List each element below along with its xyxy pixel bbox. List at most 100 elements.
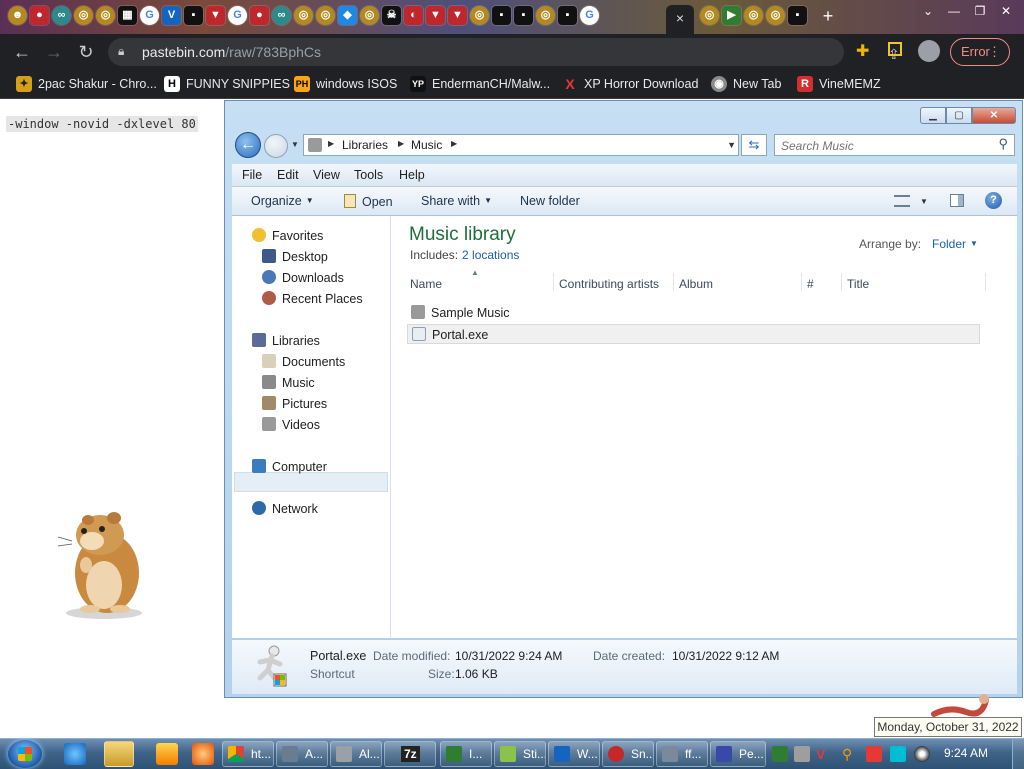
- open-button[interactable]: Open: [344, 194, 393, 209]
- forward-arrow-icon[interactable]: [264, 134, 288, 158]
- sidebar-item-libraries[interactable]: Libraries: [252, 331, 320, 351]
- breadcrumb[interactable]: ▶ Libraries ▶ Music ▶ ▼: [303, 134, 739, 156]
- column-divider[interactable]: [801, 273, 802, 291]
- tab-icon[interactable]: ◎: [360, 6, 379, 25]
- tab-icon[interactable]: ∞: [272, 6, 291, 25]
- tab-icon[interactable]: ▪: [788, 6, 807, 25]
- menu-tools[interactable]: Tools: [354, 168, 383, 182]
- reload-icon[interactable]: ↻: [74, 40, 98, 64]
- column-divider[interactable]: [841, 273, 842, 291]
- tab-icon[interactable]: ▦: [118, 6, 137, 25]
- sidebar-item-computer[interactable]: Computer: [252, 457, 327, 477]
- menu-help[interactable]: Help: [399, 168, 425, 182]
- locations-link[interactable]: 2 locations: [462, 248, 519, 262]
- column-number[interactable]: #: [807, 277, 814, 291]
- close-icon[interactable]: ✕: [994, 2, 1018, 20]
- google-tab-icon[interactable]: G: [580, 6, 599, 25]
- menu-file[interactable]: File: [242, 168, 262, 182]
- tab-icon[interactable]: ◎: [744, 6, 763, 25]
- sidebar-item-network[interactable]: Network: [252, 499, 318, 519]
- tray-icon[interactable]: [794, 746, 810, 762]
- media-player-icon[interactable]: [156, 743, 178, 765]
- taskbar-button[interactable]: Sti...: [494, 741, 546, 767]
- new-folder-button[interactable]: New folder: [520, 194, 580, 208]
- internet-explorer-icon[interactable]: [64, 743, 86, 765]
- tab-icon[interactable]: ☻: [8, 6, 27, 25]
- tab-icon[interactable]: ●: [30, 6, 49, 25]
- skull-tab-icon[interactable]: ☠: [382, 6, 401, 25]
- chevron-right-icon[interactable]: ▶: [328, 139, 334, 148]
- bookmark-endermanch[interactable]: YP EndermanCH/Malw...: [410, 76, 550, 92]
- taskbar-button[interactable]: W...: [548, 741, 600, 767]
- tab-icon[interactable]: ▶: [722, 6, 741, 25]
- tray-icon[interactable]: [772, 746, 788, 762]
- bookmark-xp-horror[interactable]: X XP Horror Download: [562, 76, 698, 92]
- tab-icon[interactable]: ▪: [558, 6, 577, 25]
- sidebar-item-desktop[interactable]: Desktop: [262, 247, 328, 267]
- tab-search-icon[interactable]: ⌄: [916, 2, 940, 20]
- search-box[interactable]: ⚲: [774, 134, 1015, 156]
- hamster-desktop-pet[interactable]: [52, 505, 152, 620]
- taskbar-button[interactable]: Sn...: [602, 741, 654, 767]
- help-icon[interactable]: ?: [985, 192, 1002, 209]
- tab-icon[interactable]: ◎: [700, 6, 719, 25]
- chevron-right-icon[interactable]: ▶: [398, 139, 404, 148]
- file-explorer-icon[interactable]: [104, 741, 134, 767]
- tab-icon[interactable]: ▼: [206, 6, 225, 25]
- menu-edit[interactable]: Edit: [277, 168, 299, 182]
- tab-icon[interactable]: ◎: [316, 6, 335, 25]
- google-tab-icon[interactable]: G: [228, 6, 247, 25]
- paint-icon[interactable]: [192, 743, 214, 765]
- breadcrumb-music[interactable]: Music: [411, 138, 442, 152]
- tray-icon[interactable]: [914, 746, 930, 762]
- tab-icon[interactable]: ▼: [426, 6, 445, 25]
- bookmark-vinememz[interactable]: R VineMEMZ: [797, 76, 881, 92]
- tab-icon[interactable]: ▪: [184, 6, 203, 25]
- tray-icon[interactable]: [866, 746, 882, 762]
- chevron-right-icon[interactable]: ▶: [451, 139, 457, 148]
- bookmark-funny-snippies[interactable]: H FUNNY SNIPPIES: [164, 76, 290, 92]
- address-bar[interactable]: 🔒︎ pastebin.com/raw/783BphCs ⇪ ☆: [108, 38, 939, 66]
- active-tab-close-button[interactable]: ×: [666, 5, 694, 34]
- lock-icon[interactable]: 🔒︎: [118, 44, 128, 58]
- menu-view[interactable]: View: [313, 168, 340, 182]
- taskbar-button[interactable]: A...: [276, 741, 328, 767]
- sidebar-item-documents[interactable]: Documents: [262, 352, 345, 372]
- refresh-icon[interactable]: ⇆: [741, 134, 767, 156]
- column-divider[interactable]: [673, 273, 674, 291]
- chevron-down-icon[interactable]: ▼: [920, 197, 928, 206]
- show-desktop-button[interactable]: [1012, 739, 1024, 769]
- taskbar-clock[interactable]: 9:24 AM: [944, 746, 988, 760]
- google-tab-icon[interactable]: G: [140, 6, 159, 25]
- column-title[interactable]: Title: [847, 277, 869, 291]
- tab-icon[interactable]: ◎: [294, 6, 313, 25]
- sidebar-item-favorites[interactable]: Favorites: [252, 226, 323, 246]
- bookmark-2pac[interactable]: ✦ 2pac Shakur - Chro...: [16, 76, 157, 92]
- breadcrumb-libraries[interactable]: Libraries: [342, 138, 388, 152]
- search-icon[interactable]: ⚲: [998, 136, 1008, 152]
- search-input[interactable]: [779, 137, 983, 155]
- tab-icon[interactable]: ◎: [536, 6, 555, 25]
- sidebar-item-downloads[interactable]: Downloads: [262, 268, 344, 288]
- list-item[interactable]: Portal.exe: [407, 324, 980, 344]
- tab-icon[interactable]: V: [162, 6, 181, 25]
- tray-search-icon[interactable]: ⚲: [842, 746, 858, 762]
- column-divider[interactable]: [985, 273, 986, 291]
- list-item[interactable]: Sample Music: [407, 303, 980, 323]
- change-view-icon[interactable]: [894, 195, 910, 207]
- start-button[interactable]: [8, 740, 42, 768]
- recent-pages-dropdown-icon[interactable]: ▼: [291, 140, 299, 149]
- new-tab-button[interactable]: +: [818, 6, 838, 26]
- sidebar-item-videos[interactable]: Videos: [262, 415, 320, 435]
- sidebar-item-recent-places[interactable]: Recent Places: [262, 289, 363, 309]
- tray-monitor-icon[interactable]: [890, 746, 906, 762]
- minimize-icon[interactable]: —: [942, 2, 966, 20]
- minimize-icon[interactable]: ▁: [920, 107, 946, 124]
- restore-icon[interactable]: ❐: [968, 2, 992, 20]
- column-contributing-artists[interactable]: Contributing artists: [559, 277, 659, 291]
- taskbar-button[interactable]: ff...: [656, 741, 708, 767]
- column-divider[interactable]: [553, 273, 554, 291]
- tab-icon[interactable]: ◆: [338, 6, 357, 25]
- back-arrow-icon[interactable]: ←: [10, 40, 34, 64]
- taskbar-button[interactable]: ht...: [222, 741, 274, 767]
